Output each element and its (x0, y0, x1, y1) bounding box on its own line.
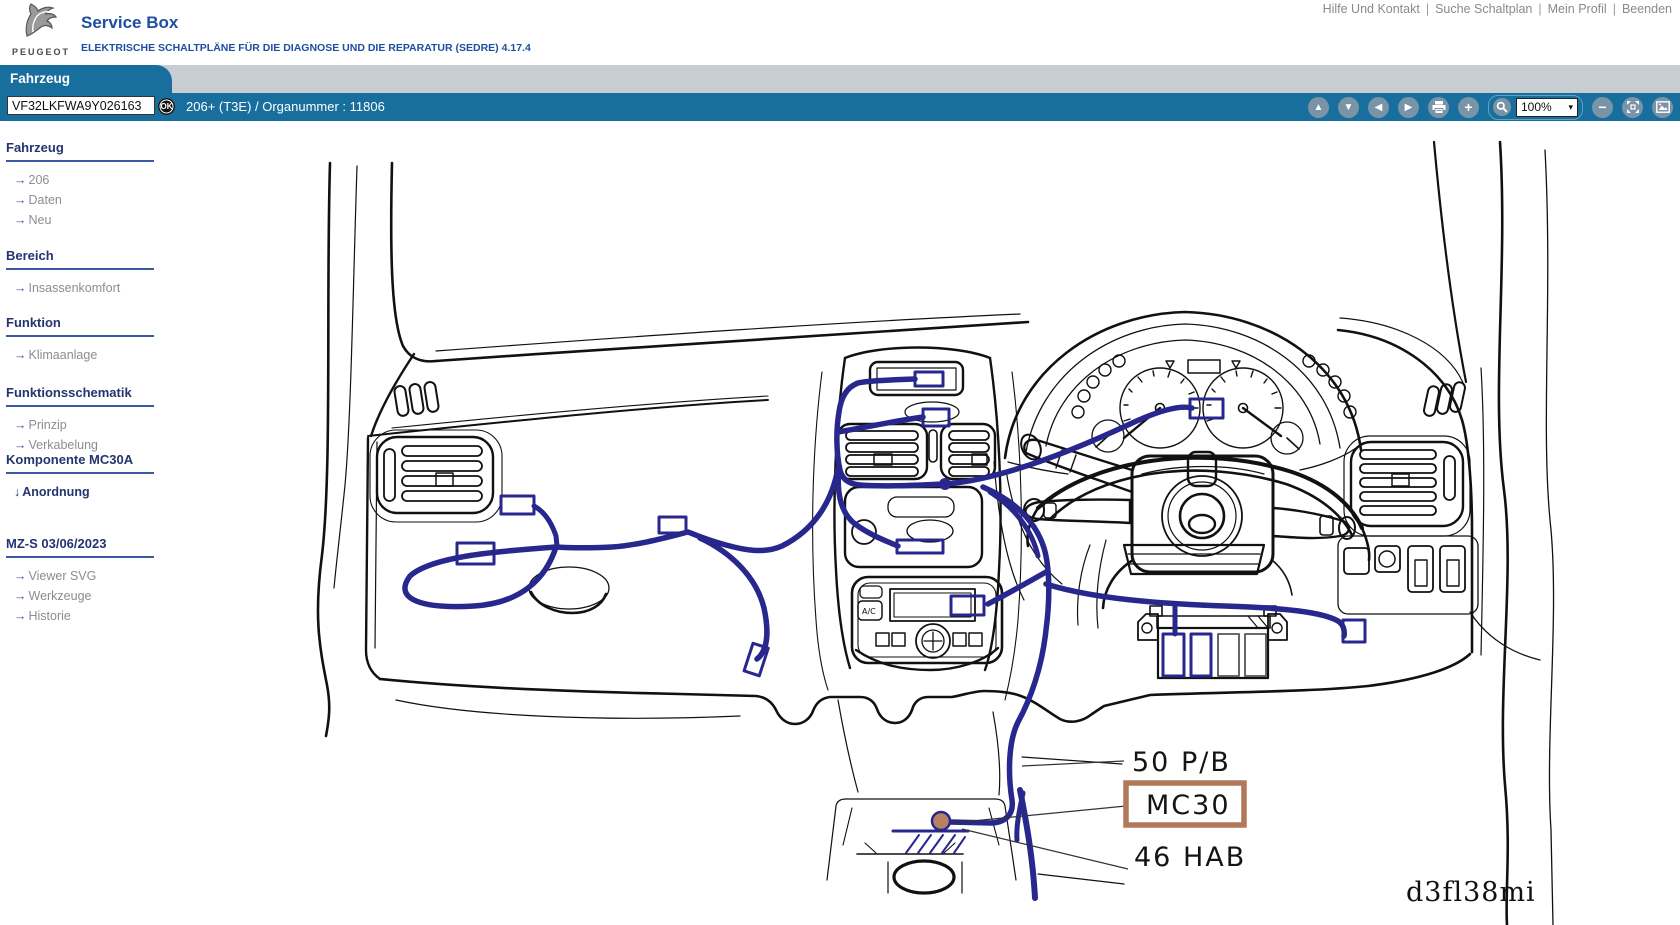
diagram-labels: 50 P/B MC30 46 HAB A/C d3fl38mi (862, 607, 1536, 908)
steering-column (1017, 431, 1369, 608)
connector-fusebox-1 (1163, 634, 1184, 676)
speedometer-needle (1243, 408, 1281, 436)
connector-glovebox-1 (501, 496, 534, 514)
switch-panel (1338, 536, 1478, 614)
leader-mc30 (952, 806, 1126, 823)
connector-fusebox-2 (1191, 634, 1211, 676)
right-air-vent (1344, 436, 1470, 536)
dashboard-linework (318, 142, 1554, 925)
label-mc30: MC30 (1146, 790, 1231, 821)
instrument-cluster (1005, 312, 1361, 474)
harness-junction-node (939, 478, 951, 490)
connector-radio (951, 596, 984, 615)
defroster-vent-left (394, 381, 440, 416)
wiring-location-diagram: 50 P/B MC30 46 HAB A/C d3fl38mi (0, 0, 1680, 925)
label-wire-50-pb: 50 P/B (1132, 747, 1231, 778)
leader-46-hab (962, 829, 1128, 869)
radio-ac-button-label: A/C (862, 607, 876, 616)
connector-vent (923, 409, 949, 426)
mc30-component-dot (932, 812, 950, 830)
mc30-location-mark (893, 812, 968, 853)
service-box-app: PEUGEOT Service Box ELEKTRISCHE SCHALTPL… (0, 0, 1680, 925)
connector-glovebox-2 (659, 517, 686, 533)
gear-lever-base (894, 861, 954, 893)
audio-stalk (1273, 508, 1349, 538)
mc30-highlight-box[interactable]: MC30 (1126, 783, 1244, 825)
center-console (827, 700, 1016, 893)
connector-display (915, 372, 943, 386)
left-air-vent (370, 430, 502, 522)
watermark: d3fl38mi (1406, 877, 1536, 908)
odometer-window (1188, 360, 1220, 373)
label-wire-46-hab: 46 HAB (1134, 842, 1246, 873)
